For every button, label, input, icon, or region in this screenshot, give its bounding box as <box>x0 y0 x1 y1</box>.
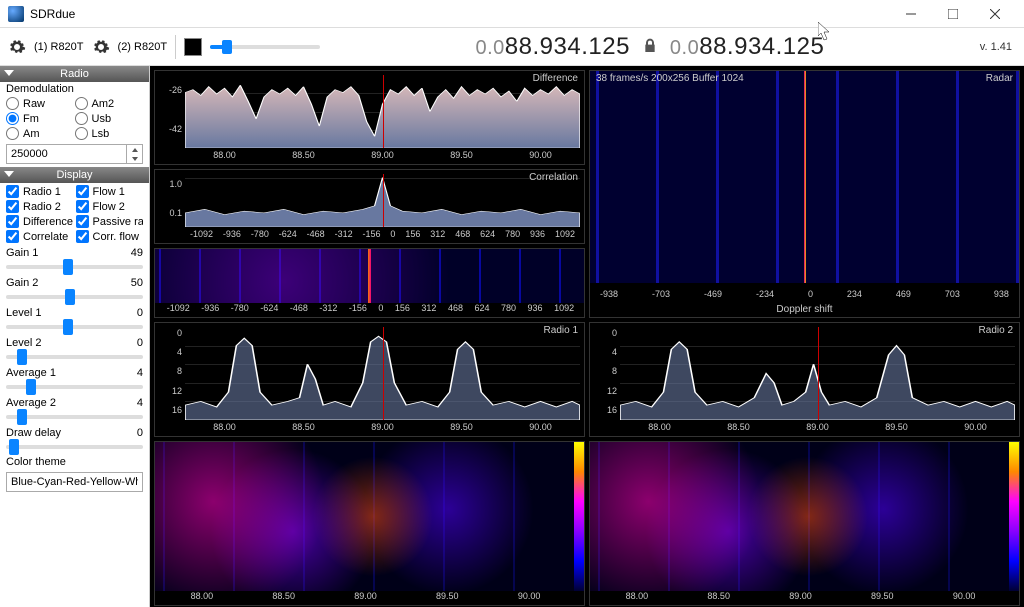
check-radio1[interactable]: Radio 1 <box>6 185 74 198</box>
device2-label: (2) R820T <box>118 41 168 53</box>
slider-level-1[interactable]: Level 10 <box>0 305 149 335</box>
freq2-prefix: 0.0 <box>670 37 699 59</box>
colorbar <box>574 442 584 591</box>
check-difference[interactable]: Difference <box>6 215 74 228</box>
axis-x: 88.0088.5089.0089.5090.00 <box>185 422 580 436</box>
demodulation-label: Demodulation <box>0 82 149 96</box>
axis-y: 0481216 <box>590 323 620 420</box>
radar-xlabel: Doppler shift <box>590 304 1019 315</box>
radio-usb[interactable]: Usb <box>75 112 144 125</box>
slider-draw-delay[interactable]: Draw delay0 <box>0 425 149 455</box>
panel-title: Correlation <box>529 172 578 183</box>
radar-info: 38 frames/s 200x256 Buffer 1024 <box>596 73 744 84</box>
slider-average-1[interactable]: Average 14 <box>0 365 149 395</box>
check-correlate[interactable]: Correlate <box>6 230 74 243</box>
main-plots: Difference -26-42 88.0088.5089.0089.5090… <box>150 66 1024 607</box>
panel-waterfall1[interactable]: 88.0088.5089.0089.5090.00 <box>154 441 585 606</box>
radio-fm[interactable]: Fm <box>6 112 75 125</box>
panel-title: Radar <box>986 73 1013 84</box>
axis-y: 1.00.1 <box>155 170 185 227</box>
frequency-display: 0.088.934.125 0.088.934.125 <box>328 33 972 61</box>
close-button[interactable] <box>974 0 1016 28</box>
samplerate-combo[interactable]: 250000 <box>6 144 143 164</box>
slider-level-2[interactable]: Level 20 <box>0 335 149 365</box>
toolbar-separator <box>175 35 176 59</box>
panel-waterfall2[interactable]: 88.0088.5089.0089.5090.00 <box>589 441 1020 606</box>
axis-x: -938-703-469-2340234469703938 <box>600 289 1009 299</box>
display-section-header[interactable]: Display <box>0 167 149 183</box>
panel-correlation[interactable]: Correlation 1.00.1 -1092-936-780-624-468… <box>154 169 585 244</box>
volume-slider[interactable] <box>210 45 320 49</box>
colorbar <box>1009 442 1019 591</box>
check-corrflow[interactable]: Corr. flow <box>76 230 144 243</box>
axis-x: 88.0088.5089.0089.5090.00 <box>596 591 1005 605</box>
lock-icon[interactable] <box>642 33 658 61</box>
check-flow1[interactable]: Flow 1 <box>76 185 144 198</box>
slider-gain-1[interactable]: Gain 149 <box>0 245 149 275</box>
color-theme-label: Color theme <box>0 455 149 469</box>
panel-title: Difference <box>533 73 578 84</box>
panel-title: Radio 2 <box>979 325 1013 336</box>
device1-label: (1) R820T <box>34 41 84 53</box>
radio-section-header[interactable]: Radio <box>0 66 149 82</box>
window-title: SDRdue <box>30 7 75 21</box>
check-passive[interactable]: Passive rada <box>76 215 144 228</box>
waterfall1 <box>155 442 574 591</box>
minimize-button[interactable] <box>890 0 932 28</box>
panel-radio1[interactable]: Radio 1 0481216 88.0088.5089.0089.5090.0… <box>154 322 585 437</box>
panel-radar[interactable]: Radar 38 frames/s 200x256 Buffer 1024 -9… <box>589 70 1020 318</box>
maximize-button[interactable] <box>932 0 974 28</box>
waterfall2 <box>590 442 1009 591</box>
axis-x: 88.0088.5089.0089.5090.00 <box>161 591 570 605</box>
panel-correlation-waterfall[interactable]: -1092-936-780-624-468-312-15601563124686… <box>154 248 585 318</box>
axis-x: 88.0088.5089.0089.5090.00 <box>185 150 580 164</box>
axis-x: -1092-936-780-624-468-312-15601563124686… <box>161 303 580 317</box>
radar-heatmap <box>590 71 1019 283</box>
axis-y: -26-42 <box>155 71 185 148</box>
slider-average-2[interactable]: Average 24 <box>0 395 149 425</box>
toolbar: (1) R820T (2) R820T 0.088.934.125 0.088.… <box>0 28 1024 66</box>
color-theme-combo[interactable]: Blue-Cyan-Red-Yellow-White <box>6 472 143 492</box>
cursor-icon <box>818 22 832 42</box>
freq1-prefix: 0.0 <box>475 37 504 59</box>
version-label: v. 1.41 <box>980 41 1016 53</box>
gear-icon[interactable] <box>8 38 26 56</box>
freq1-value[interactable]: 88.934.125 <box>505 33 630 60</box>
freq2-value[interactable]: 88.934.125 <box>699 33 824 60</box>
radio-am2[interactable]: Am2 <box>75 97 144 110</box>
app-icon <box>8 6 24 22</box>
check-flow2[interactable]: Flow 2 <box>76 200 144 213</box>
gear-icon[interactable] <box>92 38 110 56</box>
corr-waterfall <box>155 249 584 303</box>
panel-difference[interactable]: Difference -26-42 88.0088.5089.0089.5090… <box>154 70 585 165</box>
radio-lsb[interactable]: Lsb <box>75 127 144 140</box>
radio-raw[interactable]: Raw <box>6 97 75 110</box>
spin-down-icon[interactable] <box>127 154 142 163</box>
slider-gain-2[interactable]: Gain 250 <box>0 275 149 305</box>
stop-button[interactable] <box>184 38 202 56</box>
sidebar: Radio Demodulation Raw Am2 Fm Usb Am Lsb… <box>0 66 150 607</box>
panel-radio2[interactable]: Radio 2 0481216 88.0088.5089.0089.5090.0… <box>589 322 1020 437</box>
axis-y: 0481216 <box>155 323 185 420</box>
spin-up-icon[interactable] <box>127 145 142 154</box>
radio-am[interactable]: Am <box>6 127 75 140</box>
axis-x: 88.0088.5089.0089.5090.00 <box>620 422 1015 436</box>
titlebar: SDRdue <box>0 0 1024 28</box>
check-radio2[interactable]: Radio 2 <box>6 200 74 213</box>
axis-x: -1092-936-780-624-468-312-15601563124686… <box>185 229 580 243</box>
panel-title: Radio 1 <box>544 325 578 336</box>
